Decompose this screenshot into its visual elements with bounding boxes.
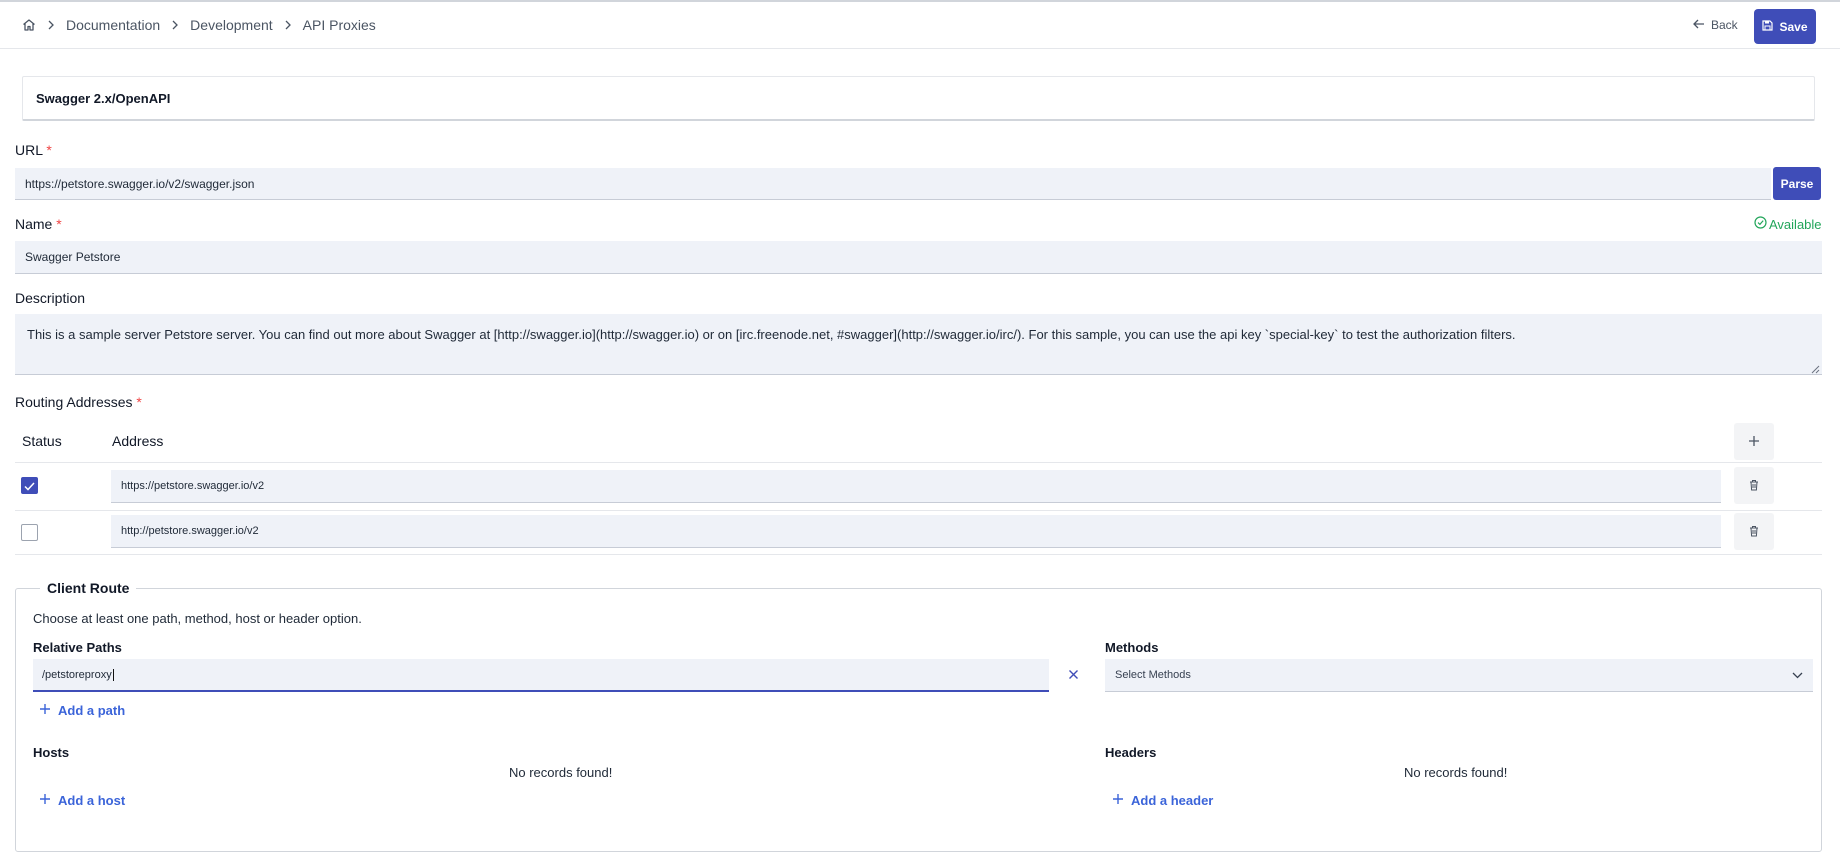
description-textarea[interactable]: This is a sample server Petstore server.… [15, 314, 1822, 375]
required-mark: * [56, 216, 62, 232]
chevron-right-icon [171, 20, 179, 30]
url-input[interactable]: https://petstore.swagger.io/v2/swagger.j… [15, 168, 1771, 200]
back-button[interactable]: Back [1693, 16, 1738, 34]
delete-address-button[interactable] [1734, 467, 1774, 504]
clear-path-icon[interactable] [1068, 667, 1079, 683]
name-status: Available [1754, 216, 1822, 232]
add-header-label: Add a header [1131, 793, 1214, 808]
address-status-checkbox[interactable] [21, 524, 38, 541]
plus-icon [39, 703, 51, 718]
client-route-fieldset [15, 588, 1822, 852]
methods-select[interactable]: Select Methods [1105, 659, 1813, 692]
add-header-button[interactable]: Add a header [1112, 793, 1213, 808]
trash-icon [1749, 478, 1759, 494]
client-route-legend: Client Route [40, 580, 137, 596]
save-button[interactable]: Save [1754, 9, 1816, 44]
table-divider [15, 462, 1822, 463]
top-bar: Documentation Development API Proxies [0, 2, 1840, 49]
table-divider [15, 510, 1822, 511]
url-label: URL * [15, 142, 52, 158]
headers-empty-message: No records found! [1404, 765, 1508, 780]
plus-icon [1112, 793, 1124, 808]
name-label: Name * [15, 216, 62, 232]
url-label-text: URL [15, 142, 43, 158]
relative-path-value: /petstoreproxy [42, 668, 112, 681]
add-host-button[interactable]: Add a host [39, 793, 125, 808]
check-circle-icon [1754, 216, 1767, 232]
name-input[interactable]: Swagger Petstore [15, 241, 1822, 274]
routing-label-text: Routing Addresses [15, 394, 133, 410]
name-label-text: Name [15, 216, 53, 232]
back-label: Back [1711, 18, 1738, 32]
breadcrumb-api-proxies[interactable]: API Proxies [303, 17, 376, 33]
address-input[interactable]: https://petstore.swagger.io/v2 [111, 470, 1721, 503]
save-label: Save [1779, 19, 1808, 34]
plus-icon [1748, 434, 1760, 450]
chevron-right-icon [47, 20, 55, 30]
trash-icon [1749, 524, 1759, 540]
description-text: This is a sample server Petstore server.… [27, 327, 1516, 342]
address-input[interactable]: http://petstore.swagger.io/v2 [111, 515, 1721, 548]
breadcrumb-development[interactable]: Development [190, 17, 273, 33]
resize-grip-icon[interactable] [1810, 362, 1820, 374]
available-label: Available [1769, 216, 1822, 232]
status-column-header: Status [22, 433, 62, 449]
arrow-left-icon [1693, 18, 1705, 32]
client-route-hint: Choose at least one path, method, host o… [33, 611, 362, 626]
save-icon [1762, 19, 1774, 34]
chevron-down-icon [1792, 670, 1803, 682]
address-status-checkbox[interactable] [21, 477, 38, 494]
relative-path-input[interactable]: /petstoreproxy [33, 659, 1049, 692]
check-icon [24, 478, 35, 494]
required-mark: * [46, 142, 52, 158]
description-label: Description [15, 290, 86, 306]
parse-button[interactable]: Parse [1773, 167, 1821, 200]
table-divider [15, 554, 1822, 555]
delete-address-button[interactable] [1734, 513, 1774, 550]
home-icon[interactable] [22, 18, 36, 32]
routing-label: Routing Addresses * [15, 394, 142, 410]
plus-icon [39, 793, 51, 808]
panel-title: Swagger 2.x/OpenAPI [22, 76, 1815, 121]
hosts-label: Hosts [33, 745, 70, 760]
text-caret [112, 668, 114, 681]
required-mark: * [136, 394, 142, 410]
headers-label: Headers [1105, 745, 1157, 760]
address-column-header: Address [112, 433, 164, 449]
methods-label: Methods [1105, 640, 1159, 655]
relative-paths-label: Relative Paths [33, 640, 122, 655]
breadcrumb-documentation[interactable]: Documentation [66, 17, 160, 33]
add-path-button[interactable]: Add a path [39, 703, 125, 718]
add-address-button[interactable] [1734, 423, 1774, 460]
chevron-right-icon [284, 20, 292, 30]
hosts-empty-message: No records found! [509, 765, 613, 780]
add-path-label: Add a path [58, 703, 126, 718]
add-host-label: Add a host [58, 793, 126, 808]
methods-placeholder: Select Methods [1115, 669, 1191, 681]
